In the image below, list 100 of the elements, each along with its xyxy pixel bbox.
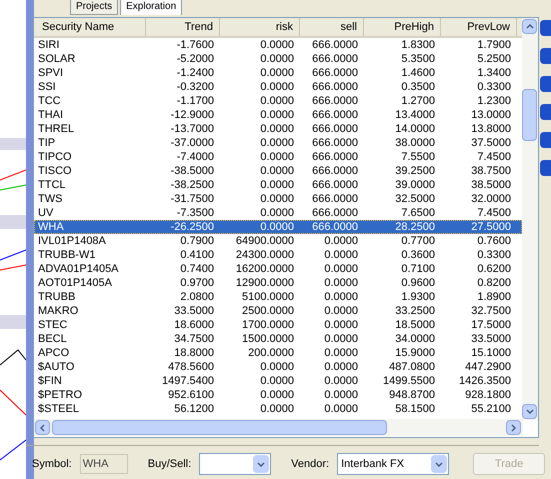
side-button[interactable] [540, 160, 551, 176]
table-cell-text: BECL [37, 332, 68, 346]
table-cell-text: -12.9000 [170, 108, 215, 122]
table-cell-text: 0.0000 [259, 178, 295, 192]
side-button[interactable] [540, 48, 551, 64]
table-cell-text: 27.5000 [470, 220, 512, 234]
table-cell-text: 1.4600 [400, 66, 436, 80]
side-button[interactable] [540, 76, 551, 92]
table-cell-text: 0.3300 [476, 80, 512, 94]
table-cell-text: 0.7100 [400, 262, 436, 276]
table-cell-text: 34.7500 [173, 332, 215, 346]
table-cell-text: ADVA01P1405A [37, 262, 120, 276]
scroll-down-button[interactable] [522, 404, 538, 419]
table-cell-text: -37.0000 [170, 136, 215, 150]
table-cell-text: 2.0800 [179, 290, 215, 304]
table-cell-text: 487.0800 [388, 360, 436, 374]
table-cell-text: 1.8900 [476, 290, 512, 304]
table-cell-text: 0.7400 [179, 262, 215, 276]
table-cell-text: TIP [37, 136, 56, 150]
scroll-left-button[interactable] [35, 420, 50, 435]
column-header[interactable]: PrevLow [441, 18, 517, 36]
vertical-scrollbar[interactable] [522, 18, 538, 420]
table-cell-text: 0.0000 [259, 164, 295, 178]
table-cell-text: 0.0000 [323, 402, 359, 416]
table-cell-text: 666.0000 [311, 206, 359, 220]
table-cell-text: 0.9700 [179, 276, 215, 290]
table-cell-text: 0.0000 [323, 248, 359, 262]
symbol-label: Symbol: [32, 456, 72, 472]
side-button[interactable] [540, 132, 551, 148]
scroll-up-button[interactable] [522, 19, 538, 34]
table-cell-text: 666.0000 [311, 178, 359, 192]
table-cell-text: -1.2400 [176, 66, 215, 80]
table-cell-text: 7.5500 [400, 150, 436, 164]
table-cell-text: -13.7000 [170, 122, 215, 136]
table-cell-text: 0.0000 [323, 318, 359, 332]
table-cell-text: 0.7600 [476, 234, 512, 248]
table-cell-text: 1.9300 [400, 290, 436, 304]
table-cell-text: -5.2000 [176, 52, 215, 66]
table-cell-text: 0.3500 [400, 80, 436, 94]
table-cell-text: 0.3600 [400, 248, 436, 262]
column-header[interactable]: PreHigh [364, 18, 441, 36]
table-cell-text: 0.0000 [259, 206, 295, 220]
table-cell-text: 37.5000 [470, 136, 512, 150]
table-cell-text: 5100.0000 [241, 290, 295, 304]
table-cell-text: 32.7500 [470, 304, 512, 318]
table-cell-text: 7.4500 [476, 150, 512, 164]
table-cell-text: 0.6200 [476, 262, 512, 276]
table-cell-text: 1.2700 [400, 94, 436, 108]
table-cell-text: 0.0000 [259, 402, 295, 416]
scroll-thumb[interactable] [522, 89, 538, 141]
table-cell-text: 666.0000 [311, 66, 359, 80]
table-cell-text: 0.0000 [323, 262, 359, 276]
column-header[interactable]: risk [220, 18, 300, 36]
table-cell-text: TCC [37, 94, 62, 108]
table-cell-text: 1497.5400 [161, 374, 215, 388]
table-cell-text: 0.0000 [323, 234, 359, 248]
table-cell-text: 18.5000 [394, 318, 436, 332]
side-button[interactable] [540, 20, 551, 36]
table-cell-text: 666.0000 [311, 108, 359, 122]
table-cell-text: 5.2500 [476, 52, 512, 66]
vendor-label: Vendor: [291, 456, 330, 472]
side-button[interactable] [540, 104, 551, 120]
table-cell-text: 15.9000 [394, 346, 436, 360]
table-cell-text: -26.2500 [170, 220, 215, 234]
table-cell-text: 447.2900 [464, 360, 512, 374]
tab[interactable]: Exploration [120, 0, 182, 15]
table-cell-text: 33.5000 [470, 332, 512, 346]
table-cell-text: 1.2300 [476, 94, 512, 108]
table-cell-text: 0.0000 [259, 94, 295, 108]
table-cell-text: $FIN [37, 374, 63, 388]
selected-row[interactable]: WHA -26.2500 0.0000 666.0000 28.2500 27.5000 [34, 220, 522, 234]
table-cell-text: 666.0000 [311, 136, 359, 150]
table-cell-text: 666.0000 [311, 164, 359, 178]
table-cell-text: TWS [37, 192, 64, 206]
table-cell-text: 0.8200 [476, 276, 512, 290]
tab[interactable]: Projects [70, 0, 118, 15]
table-cell-text: 56.1200 [173, 402, 215, 416]
table-cell-text: 1426.3500 [458, 374, 512, 388]
buy-sell-dropdown[interactable] [199, 453, 272, 475]
table-cell-text: 33.5000 [173, 304, 215, 318]
table-cell-text: 0.0000 [323, 304, 359, 318]
table-cell-text: 0.0000 [259, 220, 295, 234]
column-header[interactable]: Trend [146, 18, 220, 36]
scroll-right-button[interactable] [506, 420, 521, 435]
column-header[interactable]: Security Name [34, 18, 146, 36]
scroll-thumb[interactable] [52, 420, 387, 435]
vendor-dropdown[interactable]: Interbank FX [337, 453, 450, 475]
horizontal-scrollbar[interactable] [34, 419, 523, 436]
column-header[interactable]: sell [300, 18, 364, 36]
table-cell-text: 39.2500 [394, 164, 436, 178]
table-cell-text: 0.9600 [400, 276, 436, 290]
table-cell-text: $PETRO [37, 388, 84, 402]
table-cell-text: 55.2100 [470, 402, 512, 416]
table-cell-text: 0.0000 [323, 332, 359, 346]
table-cell-text: -0.3200 [176, 80, 215, 94]
table-cell-text: 666.0000 [311, 220, 359, 234]
table-cell-text: STEC [37, 318, 68, 332]
table-cell-text: 18.8000 [173, 346, 215, 360]
table-cell-text: 18.6000 [173, 318, 215, 332]
symbol-field[interactable]: WHA [80, 454, 128, 474]
